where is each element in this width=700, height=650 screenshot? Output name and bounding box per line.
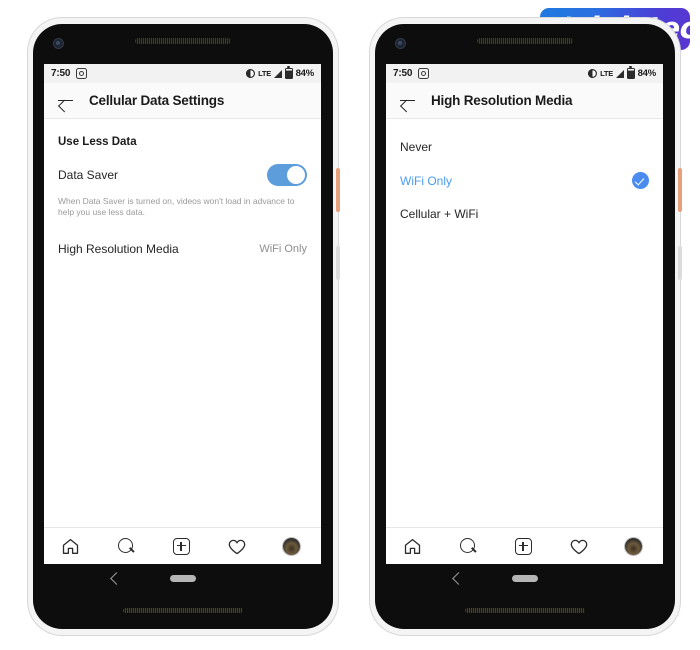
- screen-left: 7:50 LTE 84% Cellular Data Settings Use …: [44, 64, 321, 564]
- page-title: High Resolution Media: [431, 93, 573, 108]
- signal-bars-icon: [274, 69, 283, 78]
- data-saver-helper-text: When Data Saver is turned on, videos won…: [58, 196, 295, 218]
- option-never[interactable]: Never: [386, 131, 663, 163]
- battery-percent: 84%: [295, 68, 315, 79]
- phone-bezel-left: 7:50 LTE 84% Cellular Data Settings Use …: [33, 24, 333, 629]
- nav-back-icon[interactable]: [110, 571, 123, 585]
- front-camera-icon: [395, 38, 406, 49]
- bottom-tab-bar-right: [386, 527, 663, 564]
- bottom-speaker-grille: [123, 608, 243, 613]
- option-label: Cellular + WiFi: [400, 207, 479, 221]
- status-right-group: LTE 84%: [588, 66, 657, 80]
- battery-icon: [627, 66, 635, 80]
- data-saver-toggle[interactable]: [267, 164, 307, 186]
- check-circle-icon: [632, 172, 649, 189]
- phone-bezel-right: 7:50 LTE 84% High Resolution Media Never: [375, 24, 675, 629]
- nav-back-icon[interactable]: [452, 571, 465, 585]
- nav-home-pill[interactable]: [169, 574, 196, 582]
- settings-content-left: Use Less Data Data Saver When Data Saver…: [44, 119, 321, 527]
- tab-search[interactable]: [113, 534, 141, 558]
- half-circle-icon: [588, 69, 598, 78]
- signal-bars-icon: [616, 69, 625, 78]
- earpiece-speaker: [477, 38, 573, 44]
- tab-home[interactable]: [400, 534, 428, 558]
- battery-icon: [285, 66, 293, 80]
- network-label: LTE: [258, 69, 272, 78]
- section-header-use-less-data: Use Less Data: [58, 136, 137, 148]
- search-icon: [118, 538, 134, 553]
- phone-device-left: 7:50 LTE 84% Cellular Data Settings Use …: [28, 18, 340, 635]
- page-title: Cellular Data Settings: [89, 93, 225, 108]
- row-high-resolution-media[interactable]: High Resolution Media WiFi Only: [44, 231, 321, 267]
- add-post-icon: [515, 538, 533, 555]
- volume-button-left[interactable]: [336, 246, 340, 280]
- half-circle-icon: [246, 69, 256, 78]
- nav-home-pill[interactable]: [511, 574, 538, 582]
- add-post-icon: [173, 538, 191, 555]
- home-icon: [404, 538, 420, 554]
- back-arrow-icon[interactable]: [57, 92, 74, 109]
- options-content-right: Never WiFi Only Cellular + WiFi: [386, 119, 663, 527]
- volume-button-right[interactable]: [678, 246, 682, 280]
- profile-avatar-icon: [283, 538, 301, 555]
- status-right-group: LTE 84%: [246, 66, 315, 80]
- tab-activity[interactable]: [566, 534, 594, 558]
- option-label: Never: [400, 140, 433, 154]
- app-bar-right: High Resolution Media: [386, 83, 663, 119]
- tab-add-post[interactable]: [168, 534, 196, 558]
- battery-percent: 84%: [637, 68, 657, 79]
- profile-avatar-icon: [625, 538, 643, 555]
- high-res-value: WiFi Only: [259, 242, 307, 255]
- high-res-label: High Resolution Media: [58, 241, 179, 256]
- search-icon: [460, 538, 476, 553]
- heart-icon: [570, 539, 588, 555]
- toggle-knob: [287, 166, 305, 184]
- status-bar-left: 7:50 LTE 84%: [44, 64, 321, 83]
- status-bar-right: 7:50 LTE 84%: [386, 64, 663, 83]
- earpiece-speaker: [135, 38, 231, 44]
- tab-profile[interactable]: [279, 534, 307, 558]
- tab-home[interactable]: [58, 534, 86, 558]
- tab-search[interactable]: [455, 534, 483, 558]
- network-label: LTE: [600, 69, 614, 78]
- phone-device-right: 7:50 LTE 84% High Resolution Media Never: [370, 18, 682, 635]
- heart-icon: [228, 539, 246, 555]
- power-button-left[interactable]: [336, 168, 340, 212]
- bottom-speaker-grille: [465, 608, 585, 613]
- tab-activity[interactable]: [224, 534, 252, 558]
- front-camera-icon: [53, 38, 64, 49]
- bottom-tab-bar-left: [44, 527, 321, 564]
- data-saver-label: Data Saver: [58, 168, 119, 182]
- status-time: 7:50: [393, 68, 413, 79]
- screen-right: 7:50 LTE 84% High Resolution Media Never: [386, 64, 663, 564]
- status-time: 7:50: [51, 68, 71, 79]
- instagram-icon: [418, 68, 430, 79]
- tab-profile[interactable]: [621, 534, 649, 558]
- home-icon: [62, 538, 78, 554]
- android-nav-bar-right: [386, 564, 663, 592]
- app-bar-left: Cellular Data Settings: [44, 83, 321, 119]
- option-wifi-only[interactable]: WiFi Only: [386, 163, 663, 198]
- back-arrow-icon[interactable]: [399, 92, 416, 109]
- row-data-saver[interactable]: Data Saver: [44, 157, 321, 193]
- power-button-right[interactable]: [678, 168, 682, 212]
- tab-add-post[interactable]: [510, 534, 538, 558]
- option-label: WiFi Only: [400, 173, 452, 188]
- android-nav-bar-left: [44, 564, 321, 592]
- instagram-icon: [76, 68, 88, 79]
- option-cellular-plus-wifi[interactable]: Cellular + WiFi: [386, 198, 663, 230]
